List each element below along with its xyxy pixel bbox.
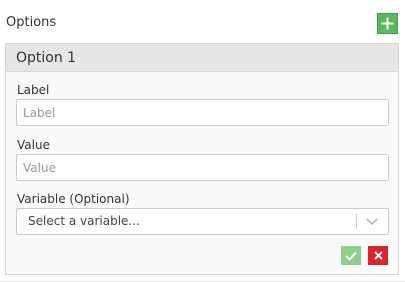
value-field-label: Value [17,138,50,152]
plus-icon [381,17,394,30]
check-icon [345,251,357,261]
options-title: Options [6,15,57,30]
confirm-button[interactable] [341,246,361,265]
option-panel: Option 1 Label Value Variable (Optional)… [5,43,399,275]
value-input[interactable] [16,154,389,181]
option-panel-heading: Option 1 [6,44,398,72]
close-icon [373,251,383,260]
options-header: Options [0,0,405,44]
select-separator [356,214,357,229]
chevron-down-icon[interactable] [364,215,380,229]
label-field-label: Label [17,83,50,97]
cancel-button[interactable] [368,246,388,265]
variable-select-value: Select a variable... [28,214,140,228]
add-option-button[interactable] [377,13,398,34]
label-input[interactable] [16,99,389,126]
option-panel-title: Option 1 [16,50,77,66]
variable-field-label: Variable (Optional) [17,192,130,206]
variable-select[interactable]: Select a variable... [16,208,389,235]
